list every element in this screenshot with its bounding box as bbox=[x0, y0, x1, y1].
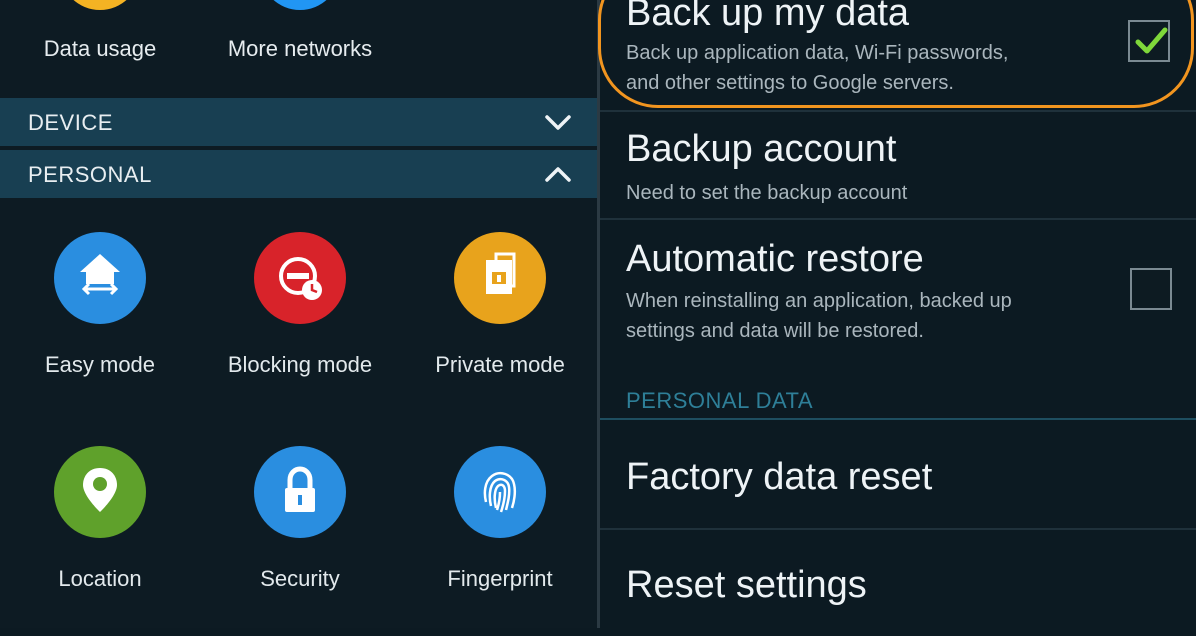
data-usage-label: Data usage bbox=[43, 36, 157, 61]
factory-data-reset-row[interactable]: Factory data reset bbox=[600, 420, 1196, 528]
private-mode-icon bbox=[454, 232, 546, 324]
grid-item-location[interactable]: Location bbox=[0, 446, 200, 636]
fingerprint-label: Fingerprint bbox=[447, 566, 553, 591]
back-up-my-data-sub-line2: and other settings to Google servers. bbox=[626, 72, 954, 94]
chevron-up-icon bbox=[545, 167, 571, 182]
settings-grid-panel: Data usage More networks DEVICE PERSONAL bbox=[0, 0, 597, 628]
data-usage-item[interactable]: Data usage bbox=[0, 0, 200, 95]
security-label: Security bbox=[260, 566, 340, 591]
fingerprint-icon bbox=[454, 446, 546, 538]
data-usage-icon bbox=[60, 0, 140, 10]
back-up-my-data-checkbox[interactable] bbox=[1128, 20, 1170, 62]
personal-data-section-label: PERSONAL DATA bbox=[626, 388, 814, 413]
more-networks-label: More networks bbox=[227, 36, 373, 61]
reset-settings-title: Reset settings bbox=[626, 564, 867, 606]
blocking-mode-label: Blocking mode bbox=[227, 352, 373, 377]
backup-account-sub: Need to set the backup account bbox=[626, 182, 908, 204]
automatic-restore-title: Automatic restore bbox=[626, 238, 924, 280]
section-personal-label: PERSONAL bbox=[28, 162, 152, 187]
factory-data-reset-title: Factory data reset bbox=[626, 456, 933, 498]
location-icon bbox=[54, 446, 146, 538]
private-mode-label: Private mode bbox=[435, 352, 565, 377]
grid-item-blocking-mode[interactable]: Blocking mode bbox=[200, 232, 400, 422]
more-networks-item[interactable]: More networks bbox=[200, 0, 400, 95]
section-device-label: DEVICE bbox=[28, 110, 113, 135]
grid-item-easy-mode[interactable]: Easy mode bbox=[0, 232, 200, 422]
lock-icon bbox=[254, 446, 346, 538]
backup-account-row[interactable]: Backup account Need to set the backup ac… bbox=[600, 112, 1196, 218]
back-up-my-data-row[interactable]: Back up my data Back up application data… bbox=[600, 0, 1196, 108]
easy-mode-label: Easy mode bbox=[44, 352, 156, 377]
section-device[interactable]: DEVICE bbox=[0, 98, 597, 146]
automatic-restore-row[interactable]: Automatic restore When reinstalling an a… bbox=[600, 220, 1196, 360]
back-up-my-data-sub-line1: Back up application data, Wi-Fi password… bbox=[626, 42, 1009, 64]
easy-mode-icon bbox=[54, 232, 146, 324]
back-up-my-data-title: Back up my data bbox=[626, 0, 910, 34]
automatic-restore-sub-line2: settings and data will be restored. bbox=[626, 320, 924, 342]
automatic-restore-sub-line1: When reinstalling an application, backed… bbox=[626, 290, 1012, 312]
checkmark-icon bbox=[1135, 27, 1168, 54]
backup-account-title: Backup account bbox=[626, 128, 897, 170]
more-networks-icon bbox=[260, 0, 340, 10]
automatic-restore-checkbox[interactable] bbox=[1130, 268, 1172, 310]
backup-reset-panel: Back up my data Back up application data… bbox=[600, 0, 1196, 628]
blocking-mode-icon bbox=[254, 232, 346, 324]
reset-settings-row[interactable]: Reset settings bbox=[600, 530, 1196, 628]
grid-item-private-mode[interactable]: Private mode bbox=[400, 232, 600, 422]
grid-item-fingerprint[interactable]: Fingerprint bbox=[400, 446, 600, 636]
section-personal[interactable]: PERSONAL bbox=[0, 148, 597, 198]
grid-item-security[interactable]: Security bbox=[200, 446, 400, 636]
location-label: Location bbox=[58, 566, 142, 591]
chevron-down-icon bbox=[545, 115, 571, 130]
